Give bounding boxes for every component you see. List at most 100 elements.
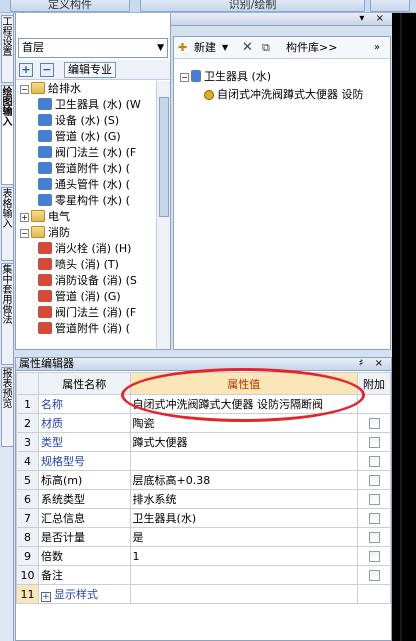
component-tree-panel: 首层 ▼ + − 编辑专业 − 给排水 卫生器具 (水) (W 设备 (水) (S… bbox=[15, 13, 171, 350]
table-row[interactable]: 2 材质 陶瓷 bbox=[16, 413, 391, 433]
tab-report-preview[interactable]: 报表预览 bbox=[1, 367, 13, 447]
component-list-panel: ✚ 新建 ▼ ✕ ⧉ 构件库>> » − 卫生器具 (水) 自闭式冲洗阀蹲式大便器… bbox=[173, 36, 391, 350]
attach-checkbox[interactable] bbox=[368, 417, 380, 429]
tree-item[interactable]: 设备 (水) (S) bbox=[38, 113, 119, 129]
tree-item[interactable]: 阀门法兰 (消) (F bbox=[38, 305, 136, 321]
table-row[interactable]: 6 系统类型 排水系统 bbox=[16, 489, 391, 509]
panel-pin-close-icons[interactable]: ♯ × bbox=[359, 358, 387, 370]
equipment-icon bbox=[38, 114, 52, 126]
tree-item[interactable]: 管道附件 (水) ( bbox=[38, 161, 130, 177]
row-number: 8 bbox=[16, 527, 39, 547]
collapse-icon[interactable]: − bbox=[20, 229, 29, 238]
tree-item[interactable]: 零星构件 (水) ( bbox=[38, 193, 130, 209]
tree-item[interactable]: 管道附件 (消) ( bbox=[38, 321, 130, 337]
attach-checkbox[interactable] bbox=[368, 474, 380, 486]
attach-checkbox[interactable] bbox=[368, 550, 380, 562]
attach-checkbox[interactable] bbox=[368, 512, 380, 524]
tree-item[interactable]: 卫生器具 (水) (W bbox=[38, 97, 141, 113]
row-number: 3 bbox=[16, 432, 39, 452]
property-editor-title: 属性编辑器 bbox=[19, 357, 74, 370]
tree-item[interactable]: 管道 (水) (G) bbox=[38, 129, 121, 145]
tree-item[interactable]: 喷头 (消) (T) bbox=[38, 257, 119, 273]
table-row[interactable]: 4 规格型号 bbox=[16, 451, 391, 471]
drawing-canvas-edge bbox=[392, 13, 416, 641]
extra-cell bbox=[357, 432, 391, 452]
row-number: 1 bbox=[16, 394, 39, 414]
expand-icon[interactable]: + bbox=[20, 213, 29, 222]
tree-item[interactable]: + 电气 bbox=[20, 209, 70, 225]
property-value[interactable]: 陶瓷 bbox=[129, 413, 359, 433]
row-number: 4 bbox=[16, 451, 39, 471]
tree-item-label: 阀门法兰 (水) (F bbox=[55, 146, 137, 159]
edit-discipline-button[interactable]: 编辑专业 bbox=[64, 62, 116, 78]
table-row[interactable]: 5 标高(m) 层底标高+0.38 bbox=[16, 470, 391, 490]
property-value[interactable]: 自闭式冲洗阀蹲式大便器 设防污隔断阀 bbox=[129, 394, 359, 414]
property-value[interactable]: 蹲式大便器 bbox=[129, 432, 359, 452]
floor-select[interactable]: 首层 ▼ bbox=[18, 38, 168, 58]
row-number: 2 bbox=[16, 413, 39, 433]
table-row[interactable]: 1 名称 自闭式冲洗阀蹲式大便器 设防污隔断阀 bbox=[16, 394, 391, 414]
more-button[interactable] bbox=[370, 0, 410, 12]
tree-item[interactable]: 阀门法兰 (水) (F bbox=[38, 145, 136, 161]
define-component-button[interactable]: 定义构件 bbox=[10, 0, 130, 12]
misc-component-icon bbox=[38, 194, 52, 206]
property-value[interactable] bbox=[129, 584, 359, 604]
scrollbar-thumb[interactable] bbox=[159, 97, 169, 217]
tree-toolbar: + − 编辑专业 bbox=[16, 60, 170, 80]
property-value[interactable]: 是 bbox=[129, 527, 359, 547]
attach-checkbox[interactable] bbox=[368, 436, 380, 448]
tree-item[interactable]: 消火栓 (消) (H) bbox=[38, 241, 131, 257]
table-row[interactable]: 7 汇总信息 卫生器具(水) bbox=[16, 508, 391, 528]
floor-select-value: 首层 bbox=[22, 41, 44, 54]
tree-item[interactable]: 管道 (消) (G) bbox=[38, 289, 121, 305]
property-value[interactable]: 排水系统 bbox=[129, 489, 359, 509]
tab-table-input[interactable]: 表格输入 bbox=[1, 187, 13, 261]
table-row[interactable]: 11 + 显示样式 bbox=[16, 584, 391, 604]
panel-pin-close-icons[interactable]: ▾ × bbox=[359, 13, 388, 25]
property-name-label: 显示样式 bbox=[53, 588, 98, 601]
tab-project-settings[interactable]: 工程设置 bbox=[1, 15, 13, 83]
tree-item-label: 管道附件 (消) ( bbox=[55, 322, 130, 335]
expand-icon[interactable]: + bbox=[40, 592, 51, 602]
attach-checkbox[interactable] bbox=[368, 493, 380, 505]
new-button[interactable]: 新建 bbox=[194, 40, 216, 56]
copy-icon[interactable]: ⧉ bbox=[262, 40, 270, 56]
tree-item[interactable]: − 消防 bbox=[20, 225, 70, 241]
hydrant-icon bbox=[38, 242, 52, 254]
pipe-icon bbox=[38, 130, 52, 142]
table-row[interactable]: 10 备注 bbox=[16, 565, 391, 585]
tab-drawing-input[interactable]: 绘图输入 bbox=[1, 85, 13, 185]
property-value[interactable]: 1 bbox=[129, 546, 359, 566]
property-value[interactable] bbox=[129, 565, 359, 585]
chevron-down-icon[interactable]: ▼ bbox=[222, 40, 228, 56]
collapse-icon[interactable]: − bbox=[180, 73, 189, 82]
property-value[interactable]: 卫生器具(水) bbox=[129, 508, 359, 528]
property-value[interactable] bbox=[129, 451, 359, 471]
delete-icon[interactable]: ✕ bbox=[242, 40, 253, 56]
attach-checkbox[interactable] bbox=[368, 569, 380, 581]
attach-checkbox[interactable] bbox=[368, 531, 380, 543]
attach-checkbox[interactable] bbox=[368, 455, 380, 467]
table-row[interactable]: 8 是否计量 是 bbox=[16, 527, 391, 547]
tree-item[interactable]: − 给排水 bbox=[20, 81, 81, 97]
identify-draw-button[interactable]: 识别/绘制 bbox=[140, 0, 365, 12]
tree-item-label: 管道附件 (水) ( bbox=[55, 162, 130, 175]
collapse-icon[interactable]: − bbox=[20, 85, 29, 94]
collapse-all-icon[interactable]: − bbox=[40, 63, 54, 77]
library-button[interactable]: 构件库>> bbox=[286, 40, 337, 56]
fire-equipment-icon bbox=[38, 274, 52, 286]
new-icon[interactable]: ✚ bbox=[178, 40, 187, 56]
tree-item[interactable]: − 卫生器具 (水) bbox=[180, 69, 271, 85]
tree-item[interactable]: 自闭式冲洗阀蹲式大便器 设防 bbox=[204, 87, 364, 103]
table-row[interactable]: 3 类型 蹲式大便器 bbox=[16, 432, 391, 452]
chevron-down-icon[interactable]: ▼ bbox=[157, 39, 164, 57]
more-options-icon[interactable]: » bbox=[374, 40, 380, 56]
tab-apply-methods[interactable]: 集中套用做法 bbox=[1, 263, 13, 365]
folder-icon bbox=[31, 210, 45, 222]
expand-all-icon[interactable]: + bbox=[19, 63, 33, 77]
table-row[interactable]: 9 倍数 1 bbox=[16, 546, 391, 566]
tree-scrollbar[interactable] bbox=[156, 81, 170, 349]
tree-item[interactable]: 通头管件 (水) ( bbox=[38, 177, 130, 193]
tree-item[interactable]: 消防设备 (消) (S bbox=[38, 273, 137, 289]
property-value[interactable]: 层底标高+0.38 bbox=[129, 470, 359, 490]
